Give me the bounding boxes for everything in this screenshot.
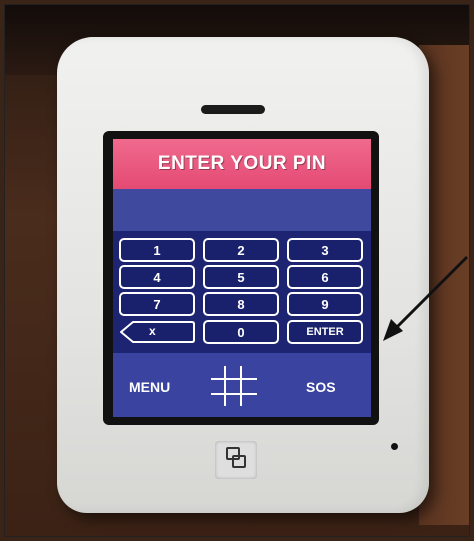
arrow-icon	[383, 255, 469, 341]
photo-frame: ENTER YOUR PIN 1 2 3 4 5 6 7 8 9 x 0 ENT…	[4, 4, 470, 537]
